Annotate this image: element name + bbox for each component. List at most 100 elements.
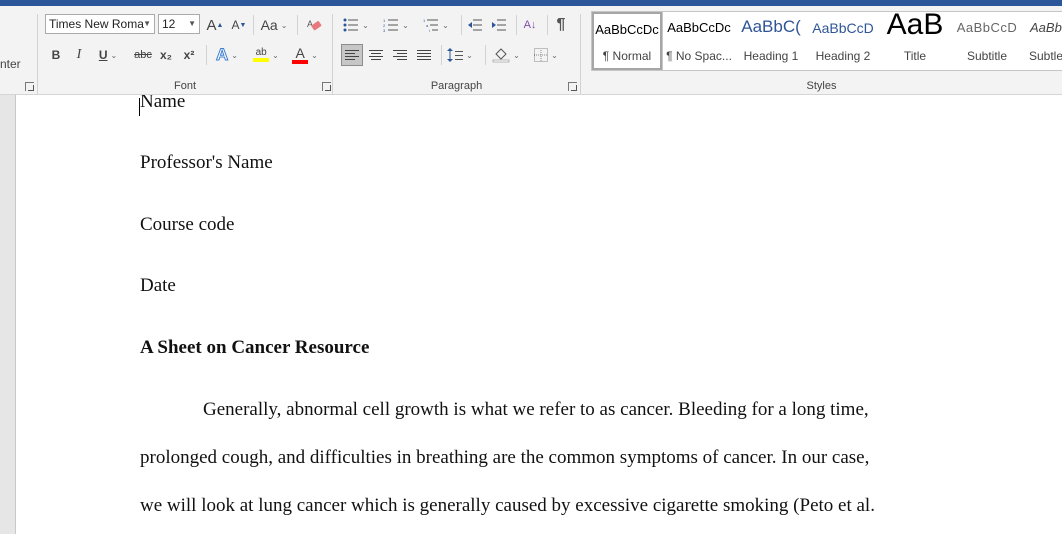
- clipboard-launcher-icon[interactable]: [25, 82, 34, 91]
- font-color-swatch: [292, 59, 309, 64]
- style-title[interactable]: AaB Title: [880, 8, 950, 70]
- bold-button[interactable]: B: [48, 44, 64, 66]
- italic-button[interactable]: I: [71, 44, 87, 66]
- text-effects-button[interactable]: A ⌄: [212, 44, 242, 66]
- format-painter-label[interactable]: nter: [0, 57, 21, 71]
- sort-button[interactable]: A↓: [520, 14, 540, 36]
- chevron-down-icon: ⌄: [272, 50, 279, 60]
- shading-button[interactable]: ⌄: [489, 44, 523, 66]
- font-size-select[interactable]: 12 ▼: [158, 14, 200, 34]
- font-group: Times New Roma ▼ 12 ▼ A ▲ A ▼ Aa ⌄ A B I U ⌄…: [38, 6, 332, 94]
- svg-text:3: 3: [383, 28, 386, 32]
- style-subtitle[interactable]: AaBbCcD Subtitle: [952, 12, 1022, 70]
- separator: [547, 15, 548, 35]
- align-center-icon: [369, 50, 383, 60]
- line-spacing-button[interactable]: ⌄: [445, 44, 475, 66]
- chevron-down-icon: ⌄: [231, 50, 238, 60]
- paragraph-line[interactable]: we will look at lung cancer which is gen…: [140, 495, 875, 517]
- subscript-button[interactable]: x₂: [157, 44, 175, 66]
- strikethrough-button[interactable]: abc: [132, 44, 154, 66]
- align-left-icon: [345, 50, 359, 60]
- shrink-font-button[interactable]: A ▼: [230, 14, 248, 36]
- course-code-line[interactable]: Course code: [140, 214, 234, 236]
- decrease-indent-icon: [468, 19, 482, 31]
- paint-bucket-icon: [492, 48, 510, 63]
- paragraph-group: ⌄ 123 ⌄ 1ai ⌄ A↓ ¶ ⌄ ⌄ ⌄ Paragraph: [333, 6, 580, 94]
- decrease-indent-button[interactable]: [465, 14, 485, 36]
- highlight-button[interactable]: ab ⌄: [250, 44, 282, 66]
- separator: [485, 45, 486, 65]
- underline-button[interactable]: U ⌄: [94, 44, 122, 66]
- separator: [253, 15, 254, 35]
- separator: [297, 15, 298, 35]
- chevron-down-icon: ⌄: [513, 50, 520, 60]
- multilevel-list-button[interactable]: 1ai ⌄: [421, 14, 451, 36]
- numbered-list-icon: 123: [383, 18, 399, 32]
- style-subtle-emphasis[interactable]: AaBb Subtle: [1024, 12, 1062, 70]
- left-margin-area: [0, 95, 16, 534]
- up-arrow-icon: ▲: [216, 21, 224, 29]
- document-page[interactable]: Name Professor's Name Course code Date A…: [16, 95, 1062, 534]
- style-heading-1[interactable]: AaBbC( Heading 1: [736, 12, 806, 70]
- align-right-button[interactable]: [389, 44, 411, 66]
- justify-button[interactable]: [413, 44, 435, 66]
- align-center-button[interactable]: [365, 44, 387, 66]
- increase-indent-icon: [492, 19, 506, 31]
- change-case-button[interactable]: Aa ⌄: [259, 14, 289, 36]
- ribbon: nter Times New Roma ▼ 12 ▼ A ▲ A ▼ Aa ⌄ A B…: [0, 6, 1062, 95]
- svg-text:i: i: [429, 28, 430, 32]
- style-normal[interactable]: AaBbCcDc ¶ Normal: [591, 11, 663, 71]
- numbering-button[interactable]: 123 ⌄: [381, 14, 411, 36]
- bullet-list-icon: [343, 18, 359, 32]
- date-line[interactable]: Date: [140, 275, 176, 297]
- font-launcher-icon[interactable]: [322, 82, 331, 91]
- separator: [441, 45, 442, 65]
- highlight-color-swatch: [253, 58, 270, 62]
- chevron-down-icon: ⌄: [402, 20, 409, 30]
- style-heading-2[interactable]: AaBbCcD Heading 2: [808, 12, 878, 70]
- chevron-down-icon: ⌄: [110, 50, 118, 60]
- font-name-select[interactable]: Times New Roma ▼: [45, 14, 155, 34]
- align-left-button[interactable]: [341, 44, 363, 66]
- borders-button[interactable]: ⌄: [529, 44, 563, 66]
- down-arrow-icon: ▼: [239, 21, 247, 29]
- align-right-icon: [393, 50, 407, 60]
- font-group-label: Font: [173, 80, 196, 92]
- show-formatting-marks-button[interactable]: ¶: [551, 14, 571, 36]
- svg-text:A: A: [307, 19, 313, 29]
- superscript-button[interactable]: x²: [180, 44, 198, 66]
- document-heading[interactable]: A Sheet on Cancer Resource: [140, 337, 369, 359]
- clipboard-group: nter: [0, 6, 37, 94]
- paragraph-group-label: Paragraph: [430, 80, 483, 92]
- paragraph-launcher-icon[interactable]: [568, 82, 577, 91]
- student-name-line[interactable]: Name: [140, 95, 185, 113]
- separator: [461, 15, 462, 35]
- paragraph-line[interactable]: prolonged cough, and difficulties in bre…: [140, 447, 869, 469]
- chevron-down-icon: ▼: [188, 19, 196, 28]
- font-color-icon: A: [292, 46, 309, 64]
- chevron-down-icon: ⌄: [551, 50, 558, 60]
- styles-group-label: Styles: [806, 80, 837, 92]
- style-no-spacing[interactable]: AaBbCcDc ¶ No Spac...: [664, 12, 734, 70]
- chevron-down-icon: ⌄: [311, 50, 318, 60]
- multilevel-list-icon: 1ai: [423, 18, 439, 32]
- bullets-button[interactable]: ⌄: [341, 14, 371, 36]
- separator: [206, 45, 207, 65]
- chevron-down-icon: ⌄: [280, 20, 288, 30]
- styles-gallery: AaBbCcDc ¶ Normal AaBbCcDc ¶ No Spac... …: [591, 8, 1062, 71]
- paragraph-line[interactable]: Generally, abnormal cell growth is what …: [203, 399, 869, 421]
- grow-font-button[interactable]: A ▲: [206, 14, 224, 36]
- eraser-icon: A: [307, 19, 322, 31]
- chevron-down-icon: ⌄: [362, 20, 369, 30]
- chevron-down-icon: ▼: [143, 19, 151, 28]
- professor-name-line[interactable]: Professor's Name: [140, 152, 273, 174]
- justify-icon: [417, 50, 431, 60]
- separator: [516, 15, 517, 35]
- chevron-down-icon: ⌄: [466, 50, 473, 60]
- clear-formatting-button[interactable]: A: [304, 14, 324, 36]
- line-spacing-icon: [447, 48, 464, 62]
- font-color-button[interactable]: A ⌄: [289, 44, 321, 66]
- increase-indent-button[interactable]: [489, 14, 509, 36]
- borders-icon: [534, 48, 549, 62]
- highlighter-icon: ab: [253, 48, 270, 62]
